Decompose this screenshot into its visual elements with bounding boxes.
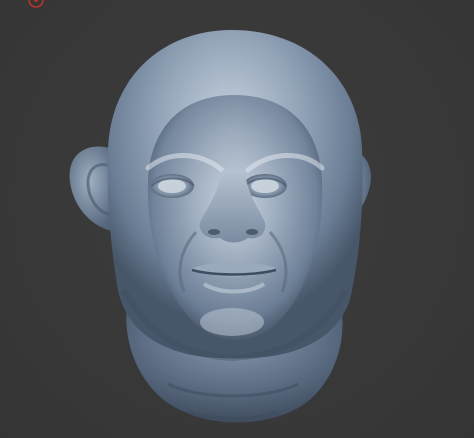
3d-viewport[interactable] [0, 0, 474, 438]
sculpted-head-model[interactable] [0, 0, 474, 438]
